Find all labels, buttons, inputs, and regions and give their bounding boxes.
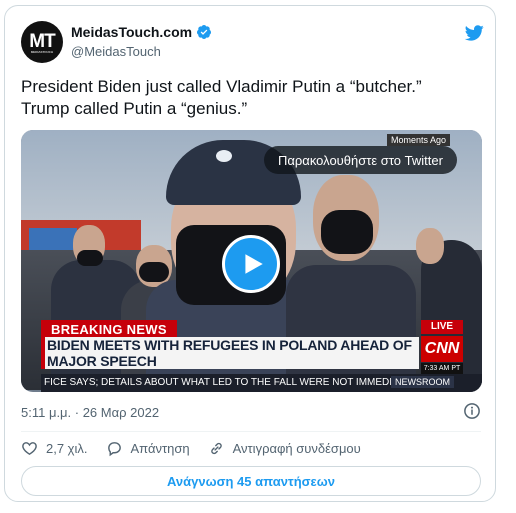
reply-label: Απάντηση (130, 441, 190, 456)
copy-link-button[interactable]: Αντιγραφή συνδέσμου (208, 440, 361, 457)
read-replies-button[interactable]: Ανάγνωση 45 απαντήσεων (21, 466, 481, 496)
reply-button[interactable]: Απάντηση (106, 440, 190, 457)
heart-icon (22, 442, 37, 455)
broadcast-time: 7:33 AM PT (421, 363, 463, 374)
tweet-timestamp[interactable]: 5:11 μ.μ. · 26 Μαρ 2022 (21, 405, 159, 420)
twitter-bird-icon[interactable] (463, 23, 485, 43)
video-figure (139, 262, 169, 282)
news-headline-bar: BIDEN MEETS WITH REFUGEES IN POLAND AHEA… (41, 337, 419, 369)
like-button[interactable]: 2,7 χιλ. (21, 440, 88, 457)
video-figure (416, 228, 444, 264)
video-figure (321, 210, 373, 254)
like-count: 2,7 χιλ. (46, 441, 88, 456)
play-button[interactable] (222, 235, 280, 293)
tweet-text-line: Trump called Putin a “genius.” (21, 99, 248, 118)
author-display-name[interactable]: MeidasTouch.com (71, 24, 192, 40)
link-icon (210, 442, 222, 455)
live-badge: LIVE (421, 320, 463, 334)
news-headline: BIDEN MEETS WITH REFUGEES IN POLAND AHEA… (47, 337, 412, 369)
divider (21, 431, 481, 432)
play-icon (245, 254, 263, 274)
tweet-card: MT MEIDASTOUCH MeidasTouch.com @MeidasTo… (4, 5, 496, 502)
watch-on-twitter-link[interactable]: Παρακολουθήστε στο Twitter (264, 146, 457, 174)
moments-ago-tag: Moments Ago (387, 134, 451, 146)
avatar[interactable]: MT MEIDASTOUCH (21, 21, 63, 63)
network-logo: CNN (421, 336, 463, 362)
video-figure (77, 250, 103, 266)
tweet-text: President Biden just called Vladimir Put… (21, 76, 481, 120)
author-name-row[interactable]: MeidasTouch.com (71, 24, 212, 40)
verified-badge-icon (197, 25, 212, 39)
video-figure (286, 265, 416, 392)
avatar-subtext: MEIDASTOUCH (30, 50, 54, 54)
video-figure (216, 150, 232, 162)
show-name-label: NEWSROOM (391, 376, 454, 388)
reply-icon (107, 442, 121, 457)
tweet-actions: 2,7 χιλ. Απάντηση Αντιγραφή συνδέσμου (21, 440, 379, 457)
tweet-text-line: President Biden just called Vladimir Put… (21, 77, 422, 96)
author-handle[interactable]: @MeidasTouch (71, 44, 161, 59)
info-icon[interactable] (463, 402, 481, 420)
video-player[interactable]: Moments Ago Παρακολουθήστε στο Twitter B… (21, 130, 482, 392)
copy-link-label: Αντιγραφή συνδέσμου (232, 441, 361, 456)
